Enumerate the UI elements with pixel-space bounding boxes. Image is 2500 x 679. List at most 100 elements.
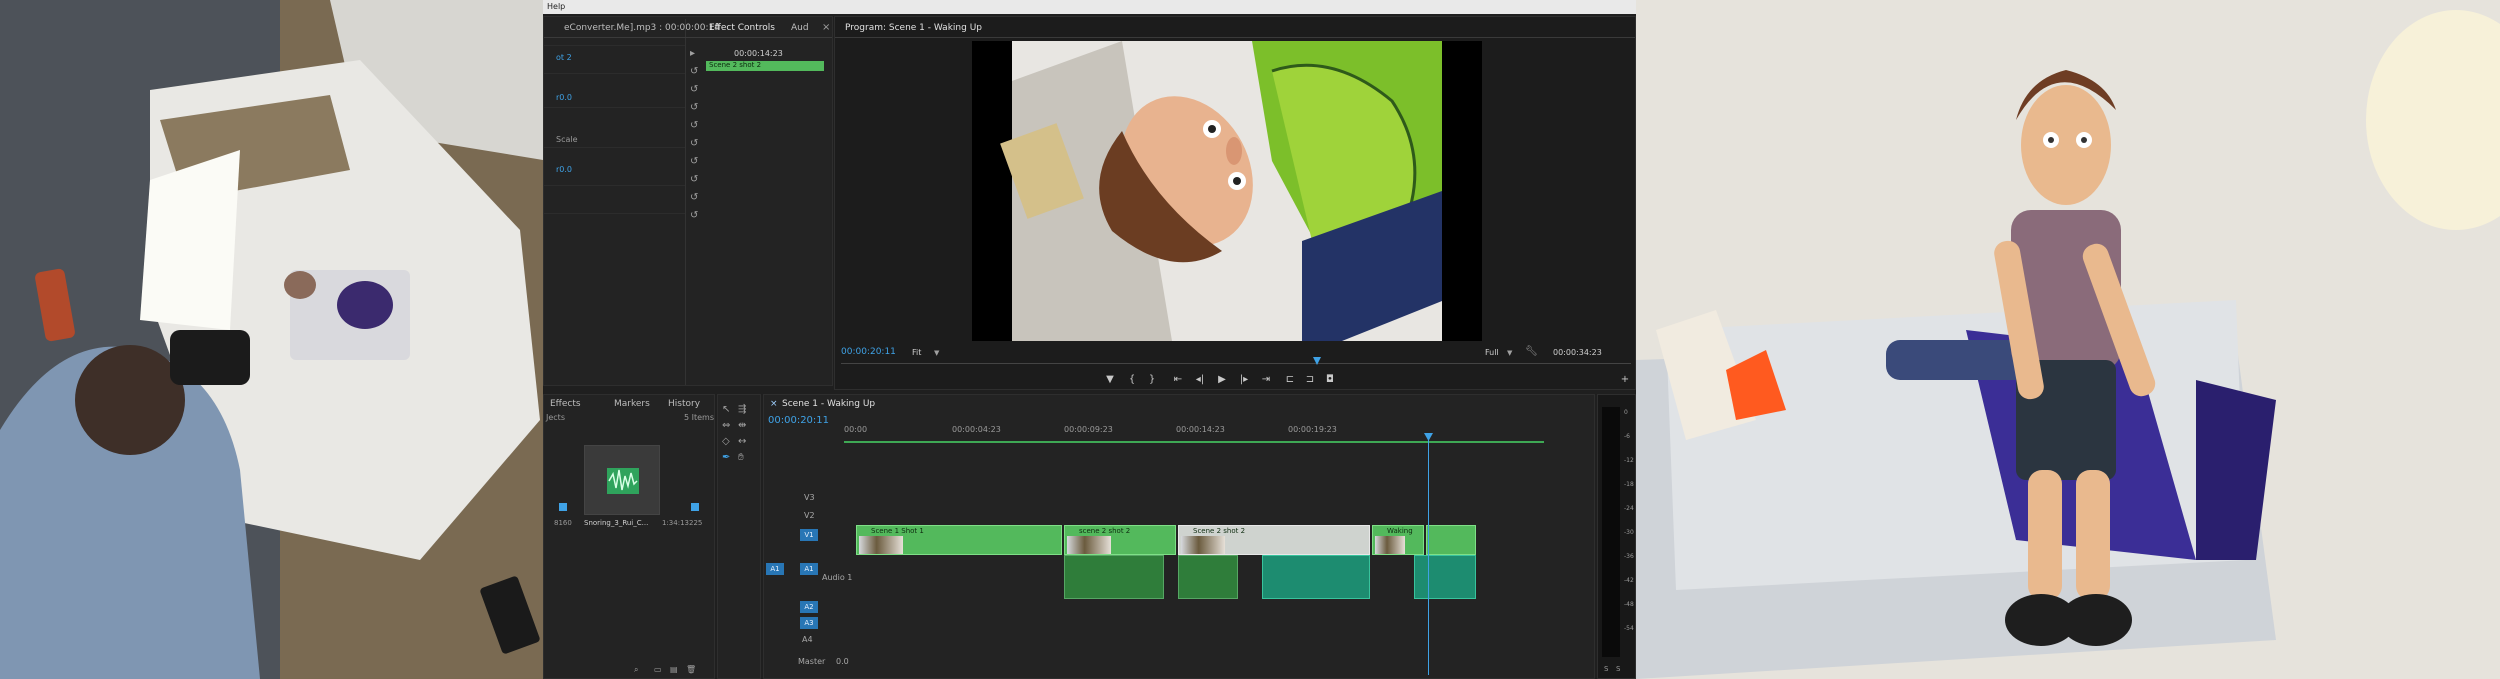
ruler-tick: 00:00:09:23 — [1064, 425, 1113, 434]
timeline-current-time[interactable]: 00:00:20:11 — [768, 415, 829, 426]
ripple-edit-icon[interactable]: ⇔ — [722, 421, 730, 431]
divider — [685, 19, 686, 385]
ruler-tick: 00:00:04:23 — [952, 425, 1001, 434]
new-bin-icon[interactable]: ▭ — [654, 665, 662, 675]
reset-icon[interactable]: ↺ — [690, 103, 698, 113]
go-to-out-icon[interactable]: ⇥ — [1259, 374, 1273, 386]
track-a1-label[interactable]: A1 — [800, 563, 818, 575]
video-clip[interactable]: Scene 1 Shot 1 — [856, 525, 1062, 555]
menu-bar: Help — [543, 0, 1636, 14]
program-monitor: Program: Scene 1 - Waking Up 00:00:20:11… — [834, 16, 1636, 390]
reset-icon[interactable]: ↺ — [690, 211, 698, 221]
video-frame[interactable] — [972, 41, 1482, 341]
tab-effects[interactable]: Effects — [550, 399, 581, 409]
reset-icon[interactable]: ↺ — [690, 193, 698, 203]
photo-studio-scene — [0, 0, 543, 679]
selection-tool-icon[interactable]: ↖ — [722, 405, 730, 415]
menu-help[interactable]: Help — [547, 2, 565, 11]
hand-tool-icon[interactable]: ✋︎ — [738, 453, 744, 463]
property-row[interactable]: r0.0 — [556, 165, 572, 174]
property-row[interactable]: r0.0 — [556, 93, 572, 102]
camera-icon[interactable]: ◘ — [1323, 374, 1337, 386]
reset-icon[interactable]: ↺ — [690, 175, 698, 185]
step-back-icon[interactable]: ◂| — [1193, 374, 1207, 386]
track-a3-label[interactable]: A3 — [800, 617, 818, 629]
meter-scale: -42 — [1624, 577, 1634, 584]
audio-clip[interactable] — [1414, 555, 1476, 599]
reset-icon[interactable]: ↺ — [690, 85, 698, 95]
program-monitor-title[interactable]: Program: Scene 1 - Waking Up — [845, 23, 982, 33]
tab-audio[interactable]: Aud — [791, 23, 809, 33]
audio-clip[interactable] — [1178, 555, 1238, 599]
wrench-icon[interactable]: 🔧︎ — [1525, 347, 1538, 357]
play-icon[interactable]: ▶ — [1215, 374, 1229, 386]
chevron-down-icon[interactable]: ▼ — [934, 348, 939, 358]
project-panel: Effects Markers History Jects 5 Items 81… — [543, 394, 715, 679]
go-to-in-icon[interactable]: ⇤ — [1171, 374, 1185, 386]
mark-out-icon[interactable]: } — [1145, 374, 1159, 386]
property-row[interactable]: ot 2 — [556, 53, 572, 62]
razor-tool-icon[interactable]: ◇ — [722, 437, 730, 447]
step-forward-icon[interactable]: |▸ — [1237, 374, 1251, 386]
source-clip-title[interactable]: eConverter.Me].mp3 : 00:00:00:14 — [564, 23, 720, 33]
track-v1-label[interactable]: V1 — [800, 529, 818, 541]
resolution-select[interactable]: Full — [1485, 348, 1499, 357]
ruler-tick: 00:00 — [844, 425, 868, 434]
track-v2-label[interactable]: V2 — [804, 511, 815, 520]
video-clip[interactable]: Waking — [1372, 525, 1424, 555]
track-a2-label[interactable]: A2 — [800, 601, 818, 613]
playhead-handle[interactable] — [1424, 433, 1433, 441]
add-marker-icon[interactable]: ▼ — [1103, 374, 1117, 386]
reset-icon[interactable]: ↺ — [690, 139, 698, 149]
preview-image — [1000, 41, 1442, 341]
new-item-icon[interactable]: ▤ — [670, 665, 678, 675]
track-a4-label[interactable]: A4 — [802, 635, 813, 644]
pen-tool-icon[interactable]: ✒︎ — [722, 453, 730, 463]
chevron-down-icon[interactable]: ▼ — [1507, 348, 1512, 358]
master-label: Master — [798, 657, 826, 666]
audio-clip[interactable] — [1262, 555, 1370, 599]
track-v3-label[interactable]: V3 — [804, 493, 815, 502]
mark-in-icon[interactable]: { — [1125, 374, 1139, 386]
audio-clip[interactable] — [1064, 555, 1164, 599]
slip-tool-icon[interactable]: ↔ — [738, 437, 746, 447]
reset-icon[interactable]: ↺ — [690, 157, 698, 167]
meter-scale: -48 — [1624, 601, 1634, 608]
video-clip[interactable] — [1426, 525, 1476, 555]
reset-icon[interactable]: ↺ — [690, 67, 698, 77]
meter-solo[interactable]: S — [1616, 665, 1620, 673]
project-section: Jects — [546, 413, 565, 422]
video-clip-selected[interactable]: Scene 2 shot 2 — [1178, 525, 1370, 555]
scrub-bar[interactable] — [841, 363, 1631, 364]
tab-markers[interactable]: Markers — [614, 399, 650, 409]
media-thumbnail[interactable] — [584, 445, 660, 515]
lift-icon[interactable]: ⊏ — [1283, 374, 1297, 386]
meter-solo[interactable]: S — [1604, 665, 1608, 673]
timeline-title[interactable]: Scene 1 - Waking Up — [782, 399, 875, 409]
item-name[interactable]: Snoring_3_Rui_C... — [584, 519, 648, 527]
search-icon[interactable]: ⌕ — [634, 665, 638, 675]
trash-icon[interactable]: 🗑︎ — [686, 665, 696, 675]
close-icon[interactable]: × — [822, 23, 830, 33]
tab-effect-controls[interactable]: Effect Controls — [709, 23, 775, 33]
fit-select[interactable]: Fit — [912, 348, 921, 357]
rolling-edit-icon[interactable]: ⇹ — [738, 421, 746, 431]
reset-icon[interactable]: ↺ — [690, 121, 698, 131]
master-value[interactable]: 0.0 — [836, 657, 849, 666]
source-patch-a1[interactable]: A1 — [766, 563, 784, 575]
add-button-icon[interactable]: + — [1618, 374, 1632, 386]
tab-history[interactable]: History — [668, 399, 700, 409]
extract-icon[interactable]: ⊐ — [1303, 374, 1317, 386]
video-clip[interactable]: scene 2 shot 2 — [1064, 525, 1176, 555]
clip-thumbnail — [1181, 536, 1225, 554]
program-current-time[interactable]: 00:00:20:11 — [841, 347, 896, 357]
meter-scale: -54 — [1624, 625, 1634, 632]
track-select-icon[interactable]: ⇶ — [738, 405, 746, 415]
expand-arrow-icon[interactable]: ▸ — [690, 49, 695, 59]
effect-clip-bar[interactable]: Scene 2 shot 2 — [706, 61, 824, 71]
close-tab-icon[interactable]: × — [770, 399, 778, 409]
timeline-playhead[interactable] — [1428, 435, 1429, 675]
work-area-bar[interactable] — [844, 441, 1544, 443]
meter-scale: -24 — [1624, 505, 1634, 512]
source-panel: eConverter.Me].mp3 : 00:00:00:14 Effect … — [543, 16, 833, 386]
